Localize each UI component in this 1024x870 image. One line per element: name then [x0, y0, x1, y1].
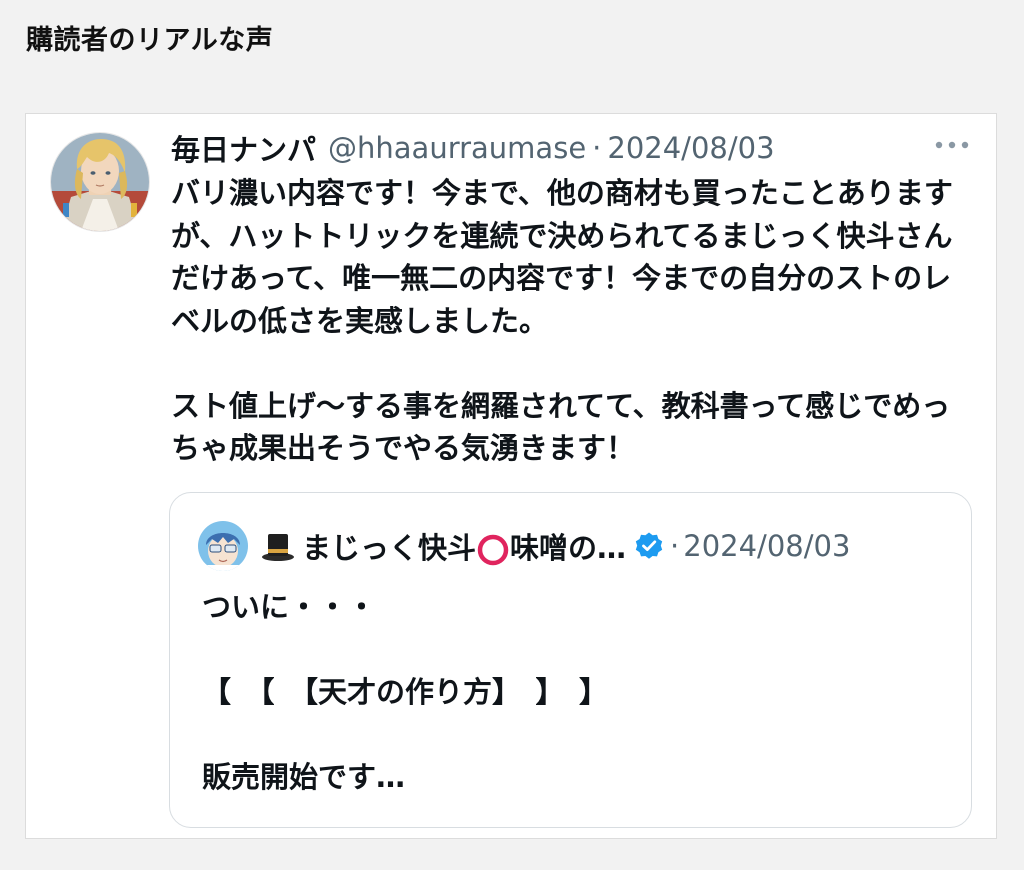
red-circle-icon — [476, 533, 510, 567]
tweet-paragraph: スト値上げ〜する事を網羅されてて、教科書って感じでめっちゃ成果出そうでやる気湧き… — [171, 388, 951, 466]
more-horizontal-icon[interactable] — [932, 130, 972, 160]
separator-dot: · — [670, 529, 680, 563]
quoted-tweet-card[interactable]: まじっく快斗 味噌の… · 2024/08/03 ついに・・・ 【 【 【天才の作… — [169, 492, 972, 828]
tweet-header: 毎日ナンパ @hhaaurraumase · 2024/08/03 — [171, 128, 775, 168]
section-heading: 購読者のリアルな声 — [26, 25, 274, 56]
quoted-name-part: 味噌の… — [510, 531, 627, 565]
quoted-tweet-header: まじっく快斗 味噌の… · 2024/08/03 — [198, 519, 850, 573]
quoted-tweet-date[interactable]: 2024/08/03 — [683, 529, 850, 563]
quoted-display-name[interactable]: まじっく快斗 味噌の… — [302, 525, 626, 567]
tweet-paragraph: バリ濃い内容です！今まで、他の商材も買ったことありますが、ハットトリックを連続で… — [171, 176, 953, 338]
verified-badge-icon — [634, 531, 664, 561]
tweet-text: バリ濃い内容です！今まで、他の商材も買ったことありますが、ハットトリックを連続で… — [171, 172, 971, 470]
quoted-line: ついに・・・ — [202, 590, 377, 624]
quoted-avatar[interactable] — [198, 521, 248, 571]
tweet-date[interactable]: 2024/08/03 — [607, 131, 774, 165]
tweet-card[interactable]: 毎日ナンパ @hhaaurraumase · 2024/08/03 バリ濃い内容… — [25, 113, 997, 839]
avatar-image — [51, 133, 149, 231]
top-hat-icon — [260, 528, 296, 564]
quoted-line: 販売開始です… — [202, 760, 406, 794]
quoted-name-part: まじっく快斗 — [302, 531, 477, 565]
avatar[interactable] — [50, 132, 150, 232]
quoted-line: 【 【 【天才の作り方】 】 】 — [202, 675, 609, 709]
separator-dot: · — [592, 131, 602, 165]
quoted-avatar-image — [198, 521, 248, 571]
user-handle[interactable]: @hhaaurraumase — [328, 131, 586, 165]
display-name[interactable]: 毎日ナンパ — [171, 127, 316, 169]
quoted-tweet-text: ついに・・・ 【 【 【天才の作り方】 】 】 販売開始です… — [202, 586, 942, 799]
